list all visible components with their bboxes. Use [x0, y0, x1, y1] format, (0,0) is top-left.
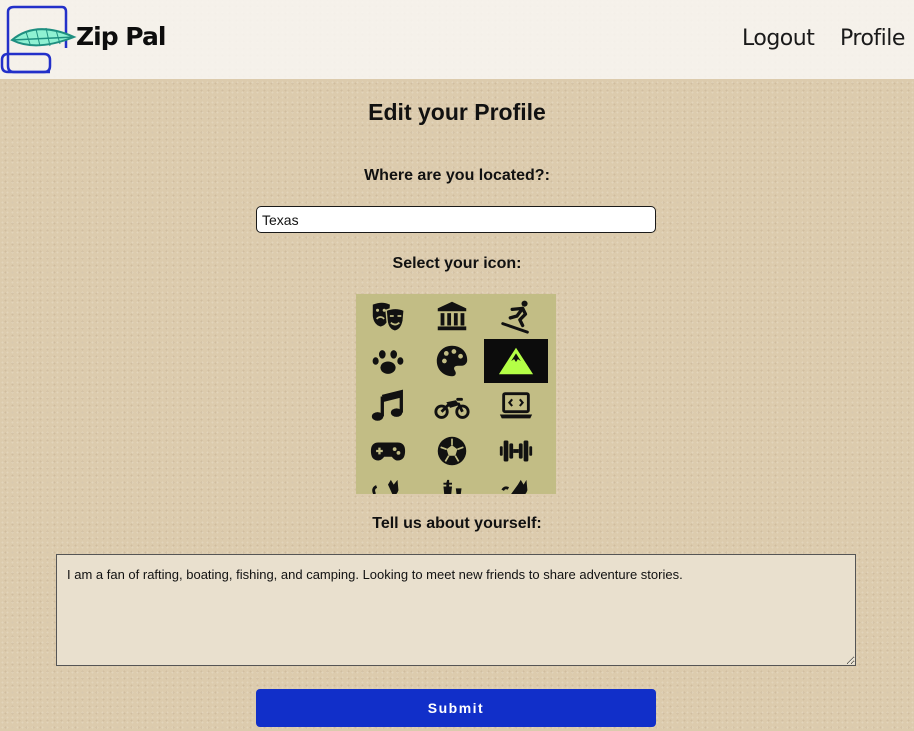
soccer-ball-icon [437, 436, 467, 466]
submit-button[interactable]: Submit [256, 689, 656, 727]
motorcycle-icon [434, 397, 470, 419]
scroll-feather-logo[interactable] [0, 4, 80, 76]
laptop-code-icon [499, 392, 533, 419]
mountain-icon [498, 347, 534, 375]
top-navbar: Zip Pal Logout Profile [0, 0, 914, 79]
icon-option-theater-masks[interactable] [356, 294, 420, 338]
icon-option-snowboarding[interactable] [484, 294, 548, 338]
theater-masks-icon [372, 302, 405, 332]
icon-option-mountain[interactable] [484, 339, 548, 383]
location-label: Where are you located?: [364, 167, 550, 184]
palette-icon [436, 345, 468, 377]
icon-option-dumbbell[interactable] [484, 429, 548, 473]
about-textarea[interactable]: I am a fan of rafting, boating, fishing,… [56, 554, 856, 666]
brand-name[interactable]: Zip Pal [76, 22, 166, 51]
cat-icon [501, 479, 528, 494]
icon-option-cat[interactable] [356, 474, 420, 494]
icon-picker-grid[interactable] [356, 294, 556, 494]
snowboarding-icon [501, 300, 529, 334]
location-input[interactable] [256, 206, 656, 233]
icon-picker-label: Select your icon: [392, 255, 522, 272]
dumbbell-icon [499, 440, 533, 462]
icon-option-laptop-code[interactable] [484, 384, 548, 428]
icon-option-soccer-ball[interactable] [420, 429, 484, 473]
icon-option-cat-2[interactable] [484, 474, 548, 494]
page-title: Edit your Profile [368, 99, 546, 125]
gamepad-icon [370, 442, 406, 461]
music-icon [371, 389, 403, 421]
about-label: Tell us about yourself: [372, 515, 542, 532]
icon-option-landmark[interactable] [420, 294, 484, 338]
profile-link[interactable]: Profile [840, 26, 905, 51]
icon-option-music[interactable] [356, 384, 420, 428]
icon-option-palette[interactable] [420, 339, 484, 383]
logout-link[interactable]: Logout [742, 26, 815, 51]
cat-icon [372, 479, 399, 494]
icon-option-motorcycle[interactable] [420, 384, 484, 428]
paw-icon [372, 350, 404, 374]
landmark-icon [437, 301, 467, 331]
icon-option-gamepad[interactable] [356, 429, 420, 473]
chess-icon [443, 479, 462, 494]
icon-option-chess[interactable] [420, 474, 484, 494]
icon-option-paw[interactable] [356, 339, 420, 383]
